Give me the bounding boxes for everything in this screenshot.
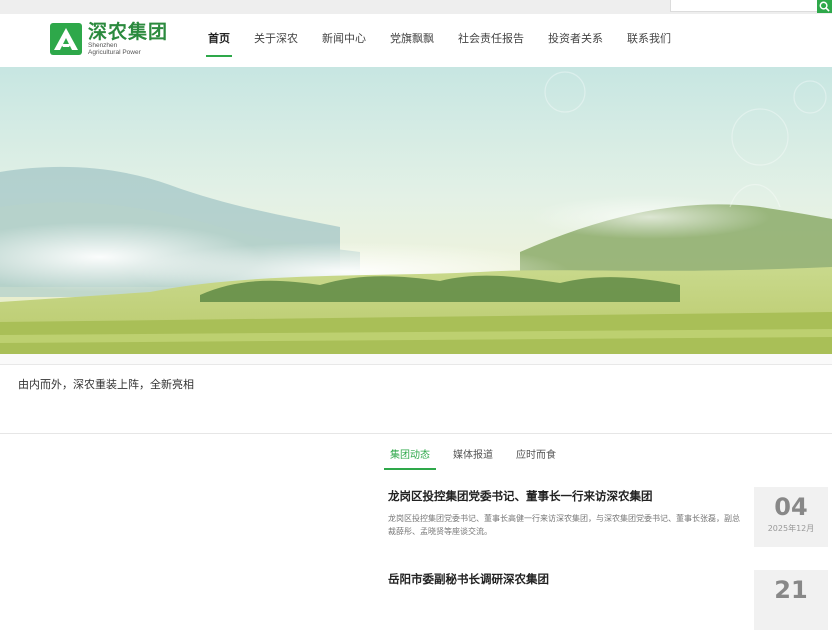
tab-media-reports[interactable]: 媒体报道: [447, 440, 499, 468]
logo-name-en-2: Agricultural Power: [88, 49, 141, 56]
logo-mark-icon: [50, 23, 82, 55]
site-header: 深农集团 Shenzhen Agricultural Power 首页 关于深农…: [0, 14, 832, 68]
section-divider: [0, 433, 832, 434]
nav-item-investors[interactable]: 投资者关系: [536, 14, 615, 67]
search-input[interactable]: [670, 0, 818, 12]
hero-banner-image[interactable]: [0, 67, 832, 354]
logo-name-cn: 深农集团: [88, 21, 169, 43]
logo[interactable]: 深农集团 Shenzhen Agricultural Power: [50, 22, 168, 56]
news-item[interactable]: 岳阳市委副秘书长调研深农集团 21: [388, 570, 828, 630]
news-date-day: 04: [774, 493, 808, 521]
banner-slogan: 由内而外，深农重装上阵，全新亮相: [18, 378, 194, 391]
nav-item-about[interactable]: 关于深农: [242, 14, 310, 67]
nav-item-contact[interactable]: 联系我们: [615, 14, 683, 67]
tab-group-news[interactable]: 集团动态: [384, 440, 436, 470]
news-date-box: 21: [754, 570, 828, 630]
nav-item-csr-report[interactable]: 社会责任报告: [446, 14, 536, 67]
news-date-year-month: 2025年12月: [767, 524, 815, 533]
banner-footer-strip: [0, 354, 832, 365]
news-tabs: 集团动态 媒体报道 应时而食: [384, 440, 573, 470]
landscape-illustration: [0, 67, 832, 354]
news-date-day: 21: [774, 576, 808, 604]
news-summary: 龙岗区投控集团党委书记、董事长高健一行来访深农集团，与深农集团党委书记、董事长张…: [388, 514, 740, 536]
nav-item-news[interactable]: 新闻中心: [310, 14, 378, 67]
search-icon: [819, 1, 830, 12]
logo-name-en-1: Shenzhen: [88, 42, 118, 49]
main-nav: 首页 关于深农 新闻中心 党旗飘飘 社会责任报告 投资者关系 联系我们: [196, 14, 683, 67]
news-date-box: 04 2025年12月: [754, 487, 828, 547]
tab-seasonal-food[interactable]: 应时而食: [510, 440, 562, 468]
search-button[interactable]: [817, 0, 832, 13]
news-item[interactable]: 龙岗区投控集团党委书记、董事长一行来访深农集团 龙岗区投控集团党委书记、董事长高…: [388, 487, 828, 547]
nav-item-party[interactable]: 党旗飘飘: [378, 14, 446, 67]
nav-item-home[interactable]: 首页: [196, 14, 242, 67]
